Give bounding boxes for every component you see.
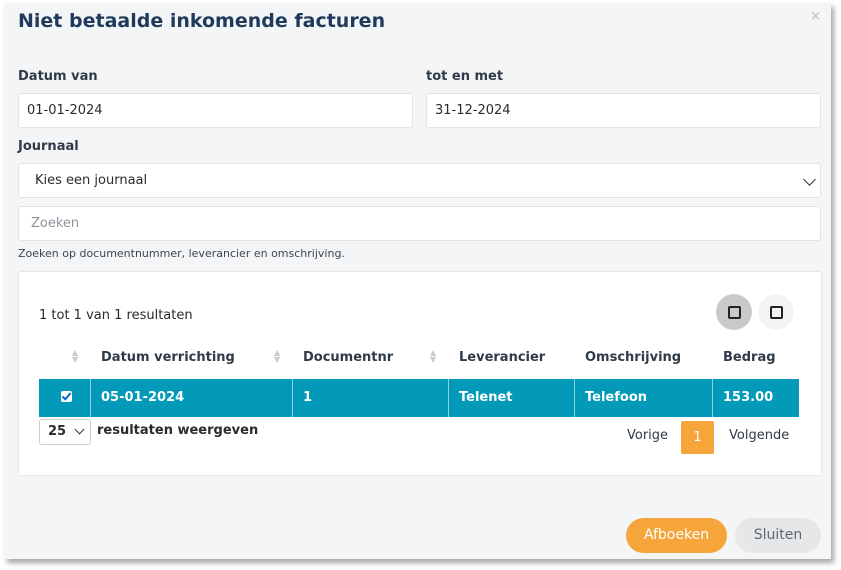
cell-omschrijving: Telefoon [585, 390, 648, 405]
check-icon [61, 390, 72, 401]
datum-van-label: Datum van [18, 69, 98, 84]
column-leverancier[interactable]: Leverancier [459, 350, 545, 365]
chevron-down-icon [803, 173, 816, 186]
column-divider [448, 379, 449, 417]
cell-datum: 05-01-2024 [101, 390, 185, 405]
page-size-select[interactable]: 25 [39, 419, 91, 445]
search-input[interactable]: Zoeken [18, 206, 821, 241]
search-hint: Zoeken op documentnummer, leverancier en… [18, 247, 345, 260]
deselect-all-button[interactable] [758, 294, 794, 330]
cell-bedrag: 153.00 [723, 390, 774, 405]
column-divider [574, 379, 575, 417]
sort-icon[interactable]: ▲ ▼ [72, 349, 78, 364]
chevron-down-icon [74, 424, 85, 435]
page-size-value: 25 [48, 424, 67, 439]
cell-leverancier: Telenet [459, 390, 513, 405]
journaal-label: Journaal [18, 139, 79, 154]
sort-icon[interactable]: ▲ ▼ [430, 349, 436, 364]
afboeken-button[interactable]: Afboeken [626, 518, 727, 553]
journaal-select-value: Kies een journaal [35, 173, 148, 188]
column-divider [292, 379, 293, 417]
results-panel: 1 tot 1 van 1 resultaten ▲ ▼ Datum verric… [18, 271, 822, 476]
dialog-title: Niet betaalde inkomende facturen [18, 10, 386, 32]
page-size-label: resultaten weergeven [97, 423, 259, 438]
sluiten-button[interactable]: Sluiten [735, 518, 821, 553]
column-divider [712, 379, 713, 417]
column-bedrag[interactable]: Bedrag [723, 350, 776, 365]
prev-page-link[interactable]: Vorige [627, 428, 668, 443]
checkbox-empty-icon [770, 306, 783, 319]
column-divider [90, 379, 91, 417]
column-omschrijving[interactable]: Omschrijving [585, 350, 681, 365]
tot-en-met-input[interactable]: 31-12-2024 [426, 93, 821, 128]
sort-icon[interactable]: ▲ ▼ [274, 349, 280, 364]
cell-documentnr: 1 [303, 390, 313, 405]
table-row[interactable]: 05-01-2024 1 Telenet Telefoon 153.00 [39, 379, 799, 417]
journaal-select[interactable]: Kies een journaal [18, 163, 821, 198]
next-page-link[interactable]: Volgende [729, 428, 789, 443]
datum-van-input[interactable]: 01-01-2024 [18, 93, 413, 128]
row-checkbox[interactable] [61, 390, 72, 402]
column-documentnr[interactable]: Documentnr [303, 350, 393, 365]
dialog: Niet betaalde inkomende facturen × Datum… [4, 3, 831, 559]
checkbox-checked-icon [728, 306, 741, 319]
select-all-button[interactable] [716, 294, 752, 330]
column-datum-verrichting[interactable]: Datum verrichting [101, 350, 235, 365]
close-icon[interactable]: × [810, 9, 821, 24]
current-page-button[interactable]: 1 [681, 421, 714, 454]
results-count: 1 tot 1 van 1 resultaten [39, 308, 193, 323]
tot-en-met-label: tot en met [426, 69, 504, 84]
